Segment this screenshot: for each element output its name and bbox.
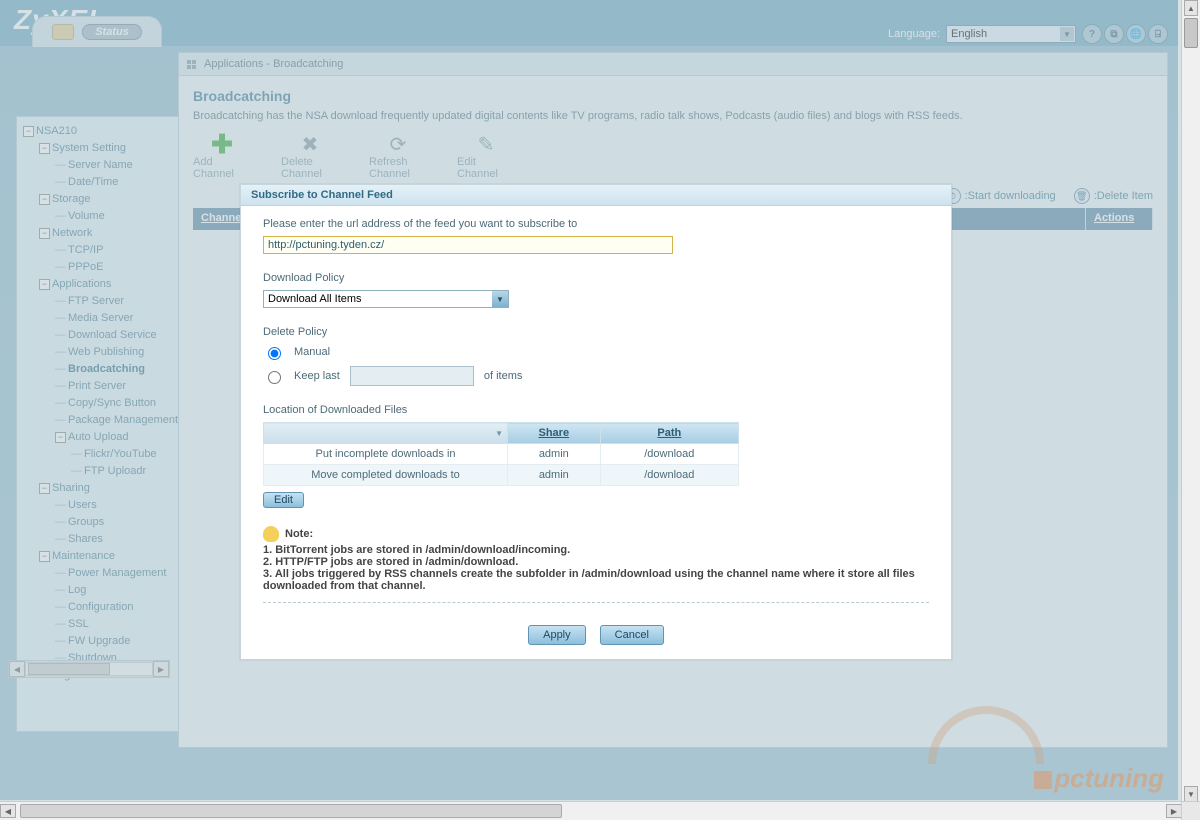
feed-url-input[interactable] <box>263 236 673 254</box>
chevron-down-icon: ▼ <box>492 291 508 307</box>
scrollbar-corner <box>1181 801 1200 820</box>
cancel-button[interactable]: Cancel <box>600 625 664 645</box>
subscribe-channel-modal: Subscribe to Channel Feed Please enter t… <box>240 184 952 660</box>
scroll-left-icon[interactable]: ◀ <box>0 804 16 818</box>
locations-col-path[interactable]: Path <box>600 423 738 444</box>
note-title: Note: <box>285 528 313 540</box>
keeplast-radio-label: Keep last <box>294 370 340 382</box>
note-line: 1. BitTorrent jobs are stored in /admin/… <box>263 544 929 556</box>
note-line: 3. All jobs triggered by RSS channels cr… <box>263 568 929 592</box>
scroll-down-icon[interactable]: ▼ <box>1184 786 1198 802</box>
note-line: 2. HTTP/FTP jobs are stored in /admin/do… <box>263 556 929 568</box>
location-row: Move completed downloads to admin /downl… <box>264 465 739 486</box>
locations-col-share[interactable]: Share <box>508 423 601 444</box>
scroll-right-icon[interactable]: ▶ <box>1166 804 1182 818</box>
scrollbar-thumb[interactable] <box>1184 18 1198 48</box>
delete-policy-manual-radio[interactable] <box>268 347 281 360</box>
locations-label: Location of Downloaded Files <box>263 404 929 416</box>
delete-policy-keeplast-radio[interactable] <box>268 371 281 384</box>
manual-radio-label: Manual <box>294 346 330 358</box>
location-row: Put incomplete downloads in admin /downl… <box>264 444 739 465</box>
apply-button[interactable]: Apply <box>528 625 586 645</box>
edit-locations-button[interactable]: Edit <box>263 492 304 508</box>
modal-title: Subscribe to Channel Feed <box>241 185 951 206</box>
chevron-down-icon: ▼ <box>495 429 503 438</box>
hand-point-icon <box>263 526 279 542</box>
scrollbar-thumb[interactable] <box>20 804 562 818</box>
keep-last-count-input[interactable] <box>350 366 474 386</box>
locations-col-blank[interactable]: ▼ <box>264 423 508 444</box>
browser-vertical-scrollbar[interactable]: ▲ ▼ <box>1181 0 1200 802</box>
keeplast-suffix: of items <box>484 370 523 382</box>
download-policy-label: Download Policy <box>263 272 929 284</box>
locations-table: ▼ Share Path Put incomplete downloads in… <box>263 422 739 486</box>
scroll-up-icon[interactable]: ▲ <box>1184 0 1198 16</box>
feed-url-label: Please enter the url address of the feed… <box>263 218 929 230</box>
delete-policy-label: Delete Policy <box>263 326 929 338</box>
browser-horizontal-scrollbar[interactable]: ◀ ▶ <box>0 801 1182 820</box>
download-policy-select[interactable]: Download All Items <box>263 290 509 308</box>
